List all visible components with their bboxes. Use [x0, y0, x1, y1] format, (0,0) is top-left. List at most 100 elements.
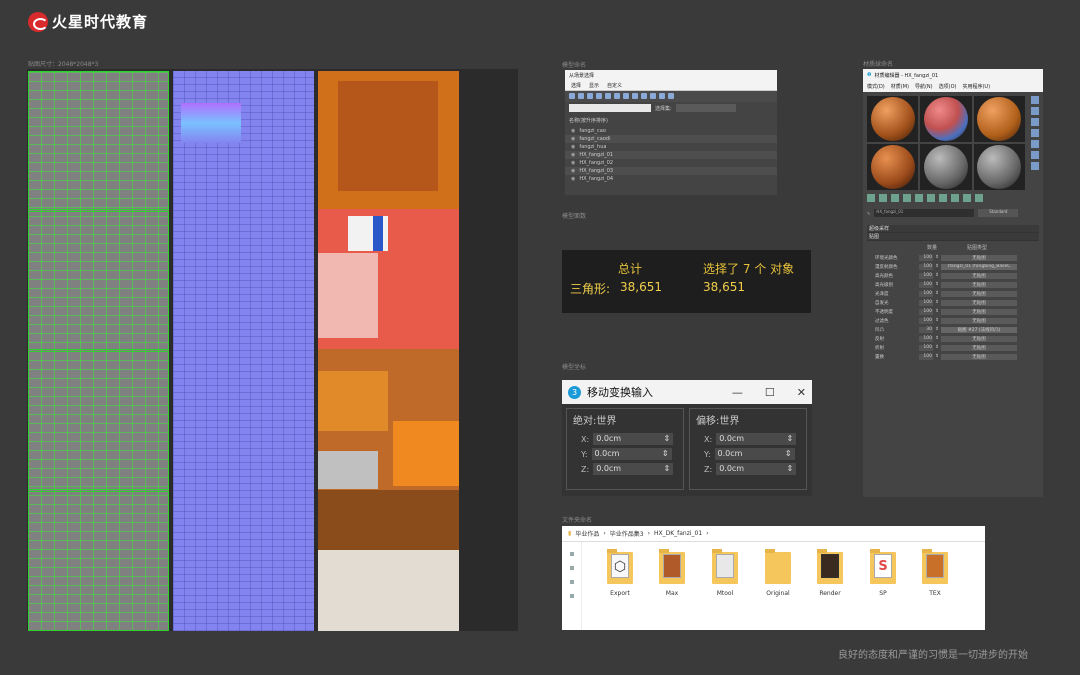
map-amount-spinner[interactable]: 100 — [919, 335, 933, 342]
map-row[interactable]: 置换 100 ⇕ 无贴图 — [867, 352, 1039, 361]
visibility-eye-icon[interactable]: ◉ — [571, 135, 575, 143]
make-unique-icon[interactable] — [915, 194, 923, 202]
menu-material[interactable]: 材质(M) — [891, 83, 909, 90]
spinner-arrows-icon[interactable]: ⇕ — [933, 318, 941, 323]
pin-icon[interactable] — [570, 594, 574, 598]
scene-object-row[interactable]: ◉ HX_fangzi_01 — [565, 151, 777, 159]
material-slot[interactable] — [867, 96, 919, 142]
material-slot[interactable] — [920, 144, 972, 190]
filter-spacewarps-icon[interactable] — [614, 93, 620, 99]
scene-object-row[interactable]: ◉ HX_fangzi_04 — [565, 175, 777, 183]
map-row[interactable]: 光泽度 100 ⇕ 无贴图 — [867, 289, 1039, 298]
scene-object-row[interactable]: ◉ fangzi_hua — [565, 143, 777, 151]
map-row[interactable]: 高光级别 100 ⇕ 无贴图 — [867, 280, 1039, 289]
folder-item[interactable]: TEX — [915, 549, 955, 597]
folder-item[interactable]: ⬡ Export — [600, 549, 640, 597]
pick-material-icon[interactable]: ✎ — [867, 211, 870, 216]
assign-material-icon[interactable] — [891, 194, 899, 202]
menu-display[interactable]: 显示 — [589, 82, 599, 89]
map-amount-spinner[interactable]: 100 — [919, 344, 933, 351]
menu-options[interactable]: 选项(O) — [939, 83, 957, 90]
map-amount-spinner[interactable]: 100 — [919, 254, 933, 261]
scene-column-header[interactable]: 名称(按升序排序) — [565, 114, 777, 127]
menu-mode[interactable]: 模式(D) — [867, 83, 885, 90]
spinner-arrows-icon[interactable]: ⇕ — [933, 354, 941, 359]
close-icon[interactable]: ✕ — [797, 386, 806, 399]
scene-object-row[interactable]: ◉ HX_fangzi_02 — [565, 159, 777, 167]
map-amount-spinner[interactable]: 100 — [919, 290, 933, 297]
map-amount-spinner[interactable]: 100 — [919, 353, 933, 360]
menu-customize[interactable]: 自定义 — [607, 82, 622, 89]
show-in-viewport-icon[interactable] — [951, 194, 959, 202]
selection-set-dropdown[interactable] — [675, 104, 736, 112]
show-end-result-icon[interactable] — [963, 194, 971, 202]
material-slot[interactable] — [867, 144, 919, 190]
material-name-field[interactable]: HX_fangzi_01 — [874, 209, 975, 217]
put-to-scene-icon[interactable] — [879, 194, 887, 202]
spinner-arrows-icon[interactable]: ⇕ — [933, 264, 941, 269]
absolute-x-spinner[interactable]: 0.0cm ⇕ — [593, 433, 674, 445]
spinner-arrows-icon[interactable]: ⇕ — [933, 327, 941, 332]
spinner-arrows-icon[interactable]: ⇕ — [933, 336, 941, 341]
filter-groups-icon[interactable] — [623, 93, 629, 99]
folder-item[interactable]: Original — [758, 549, 798, 597]
breadcrumb-item[interactable]: 毕业作品 — [575, 529, 599, 538]
map-amount-spinner[interactable]: 100 — [919, 299, 933, 306]
visibility-eye-icon[interactable]: ◉ — [571, 143, 575, 151]
spinner-arrows-icon[interactable]: ⇕ — [933, 345, 941, 350]
map-slot-button[interactable]: 无贴图 — [941, 299, 1017, 306]
map-slot-button[interactable]: 无贴图 — [941, 281, 1017, 288]
filter-cameras-icon[interactable] — [596, 93, 602, 99]
map-row[interactable]: 反射 100 ⇕ 无贴图 — [867, 334, 1039, 343]
filter-bones-icon[interactable] — [641, 93, 647, 99]
rollout-supersampling[interactable]: 超级采样 — [867, 225, 1039, 233]
material-slot[interactable] — [973, 96, 1025, 142]
spinner-arrows-icon[interactable]: ⇕ — [933, 282, 941, 287]
map-row[interactable]: 漫反射颜色 100 ⇕ (fangzi_01 (fangbing_BaseC — [867, 262, 1039, 271]
map-slot-button[interactable]: 无贴图 — [941, 308, 1017, 315]
background-icon[interactable] — [1031, 118, 1039, 126]
filter-lights-icon[interactable] — [587, 93, 593, 99]
invert-selection-icon[interactable] — [668, 93, 674, 99]
spinner-arrows-icon[interactable]: ⇕ — [933, 291, 941, 296]
map-slot-button[interactable]: 无贴图 — [941, 335, 1017, 342]
spinner-arrows-icon[interactable]: ⇕ — [933, 309, 941, 314]
map-slot-button[interactable]: 无贴图 — [941, 353, 1017, 360]
make-preview-icon[interactable] — [1031, 151, 1039, 159]
map-slot-button[interactable]: 贴图 #27 (法线凹凸) — [941, 326, 1017, 333]
scene-object-row[interactable]: ◉ HX_fangzi_03 — [565, 167, 777, 175]
map-row[interactable]: 凹凸 30 ⇕ 贴图 #27 (法线凹凸) — [867, 325, 1039, 334]
map-row[interactable]: 折射 100 ⇕ 无贴图 — [867, 343, 1039, 352]
material-type-button[interactable]: Standard — [978, 209, 1019, 217]
menu-select[interactable]: 选择 — [571, 82, 581, 89]
scene-object-row[interactable]: ◉ fangzi_caodi — [565, 135, 777, 143]
folder-item[interactable]: Max — [652, 549, 692, 597]
absolute-y-spinner[interactable]: 0.0cm ⇕ — [591, 448, 672, 460]
material-slot[interactable] — [973, 144, 1025, 190]
go-to-parent-icon[interactable] — [975, 194, 983, 202]
spinner-arrows-icon[interactable]: ⇕ — [933, 300, 941, 305]
get-material-icon[interactable] — [867, 194, 875, 202]
reset-map-icon[interactable] — [903, 194, 911, 202]
address-bar[interactable]: ▮ 毕业作品 › 毕业作品集3 › HX_DK_fanzi_01 › — [562, 526, 985, 542]
pin-icon[interactable] — [570, 580, 574, 584]
offset-z-spinner[interactable]: 0.0cm ⇕ — [716, 463, 797, 475]
menu-navigation[interactable]: 导航(N) — [915, 83, 933, 90]
map-slot-button[interactable]: 无贴图 — [941, 272, 1017, 279]
map-slot-button[interactable]: 无贴图 — [941, 290, 1017, 297]
offset-y-spinner[interactable]: 0.0cm ⇕ — [714, 448, 795, 460]
spinner-arrows-icon[interactable]: ⇕ — [933, 273, 941, 278]
select-all-icon[interactable] — [650, 93, 656, 99]
filter-xrefs-icon[interactable] — [632, 93, 638, 99]
options-icon[interactable] — [1031, 162, 1039, 170]
pin-icon[interactable] — [570, 566, 574, 570]
map-row[interactable]: 自发光 100 ⇕ 无贴图 — [867, 298, 1039, 307]
visibility-eye-icon[interactable]: ◉ — [571, 127, 575, 135]
video-check-icon[interactable] — [1031, 140, 1039, 148]
minimize-icon[interactable]: — — [732, 386, 743, 399]
filter-helpers-icon[interactable] — [605, 93, 611, 99]
tiling-icon[interactable] — [1031, 129, 1039, 137]
select-none-icon[interactable] — [659, 93, 665, 99]
material-id-icon[interactable] — [939, 194, 947, 202]
scene-search-input[interactable] — [569, 104, 651, 112]
